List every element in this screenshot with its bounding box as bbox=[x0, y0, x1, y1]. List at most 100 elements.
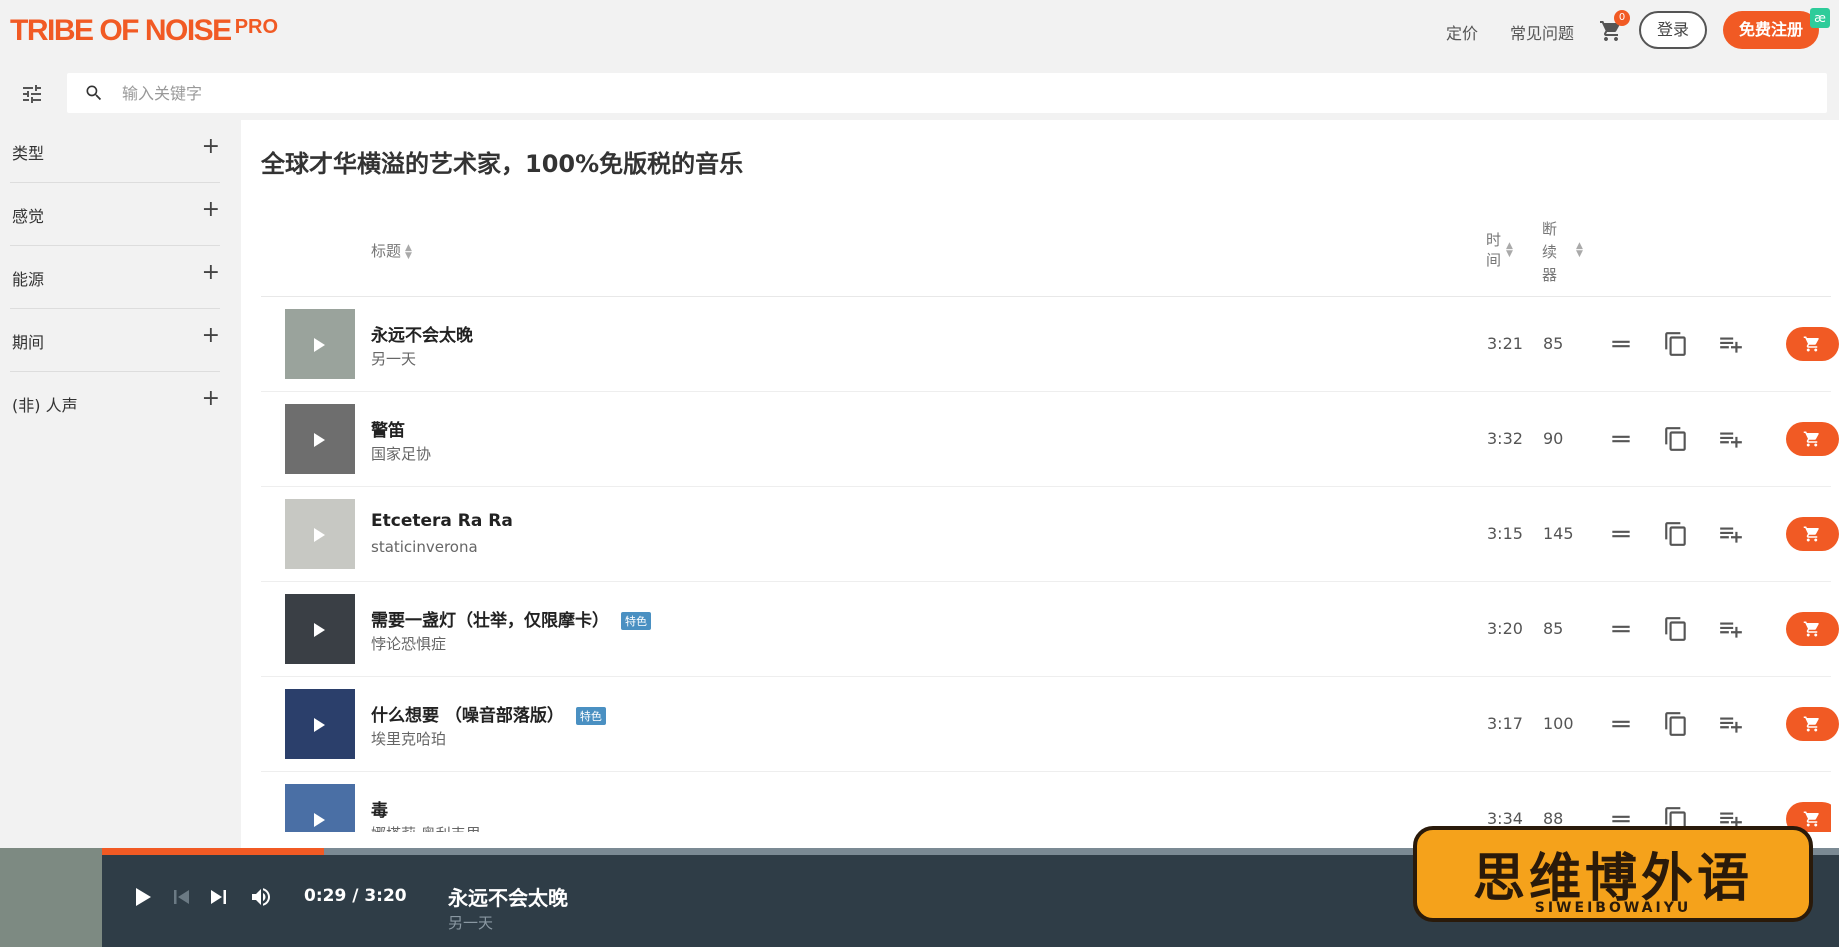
drag-handle-icon[interactable] bbox=[1608, 521, 1634, 547]
add-to-playlist-icon[interactable] bbox=[1718, 426, 1744, 452]
track-artist[interactable]: 悖论恐惧症 bbox=[371, 633, 446, 654]
track-title-text: 毒 bbox=[371, 801, 388, 821]
drag-handle-icon[interactable] bbox=[1608, 616, 1634, 642]
drag-handle-icon[interactable] bbox=[1608, 426, 1634, 452]
copy-icon[interactable] bbox=[1663, 711, 1689, 737]
volume-icon[interactable] bbox=[248, 885, 274, 909]
filter-vocals[interactable]: (非) 人声 + bbox=[10, 372, 220, 435]
skip-next-icon[interactable] bbox=[208, 885, 230, 909]
filter-genre[interactable]: 类型 + bbox=[10, 120, 220, 183]
logo-text: TRIBE OF NOISE bbox=[10, 14, 232, 47]
track-duration: 3:17 bbox=[1487, 714, 1523, 733]
search-bar bbox=[67, 73, 1827, 113]
column-header-time[interactable]: 时 ▲ ▼ 间 bbox=[1486, 230, 1513, 270]
column-header-bpm[interactable]: 断续 ▲ ▼ 器 bbox=[1542, 218, 1583, 287]
track-artist[interactable]: 娜塔莉·奥利韦里 bbox=[371, 823, 481, 832]
track-row[interactable]: 警笛 国家足协 3:32 90 bbox=[261, 392, 1839, 487]
play-icon[interactable] bbox=[314, 528, 325, 542]
signup-button[interactable]: 免费注册 bbox=[1723, 11, 1819, 49]
track-title[interactable]: 毒 bbox=[371, 796, 388, 821]
login-button[interactable]: 登录 bbox=[1639, 11, 1707, 49]
filter-label: (非) 人声 bbox=[12, 396, 78, 415]
buy-button[interactable] bbox=[1786, 612, 1839, 646]
search-icon bbox=[86, 85, 102, 101]
buy-button[interactable] bbox=[1786, 327, 1839, 361]
track-artist[interactable]: 埃里克哈珀 bbox=[371, 728, 446, 749]
track-title[interactable]: 什么想要 （噪音部落版） 特色 bbox=[371, 701, 606, 726]
track-title[interactable]: 警笛 bbox=[371, 416, 405, 441]
track-bpm: 90 bbox=[1543, 429, 1564, 448]
buy-button[interactable] bbox=[1786, 422, 1839, 456]
nav-pricing-link[interactable]: 定价 bbox=[1446, 20, 1478, 44]
skip-previous-icon[interactable] bbox=[170, 885, 192, 909]
play-icon[interactable] bbox=[132, 885, 154, 909]
track-duration: 3:20 bbox=[1487, 619, 1523, 638]
track-cover-art[interactable] bbox=[285, 689, 355, 759]
add-to-playlist-icon[interactable] bbox=[1718, 711, 1744, 737]
copy-icon[interactable] bbox=[1663, 616, 1689, 642]
track-title-text: 需要一盏灯（壮举，仅限摩卡） bbox=[371, 611, 609, 631]
extension-badge[interactable]: æ bbox=[1810, 8, 1830, 28]
track-row[interactable]: 什么想要 （噪音部落版） 特色 埃里克哈珀 3:17 100 bbox=[261, 677, 1839, 772]
track-row[interactable]: 永远不会太晚 另一天 3:21 85 bbox=[261, 297, 1839, 392]
track-title[interactable]: 永远不会太晚 bbox=[371, 321, 473, 346]
column-time-label-1: 时 bbox=[1486, 231, 1502, 249]
watermark-logo: 思维博外语 SIWEIBOWAIYU bbox=[1413, 826, 1813, 922]
play-icon[interactable] bbox=[314, 718, 325, 732]
column-title-label: 标题 bbox=[371, 242, 402, 260]
track-row[interactable]: 毒娜塔莉·奥利韦里3:3488 bbox=[261, 772, 1831, 832]
drag-handle-icon[interactable] bbox=[1608, 331, 1634, 357]
filter-label: 感觉 bbox=[12, 207, 45, 226]
track-cover-art[interactable] bbox=[285, 784, 355, 832]
track-cover-art[interactable] bbox=[285, 404, 355, 474]
track-title[interactable]: Etcetera Ra Ra bbox=[371, 511, 513, 531]
logo[interactable]: TRIBE OF NOISE PRO bbox=[10, 14, 278, 48]
player-cover-art bbox=[0, 848, 102, 947]
play-icon[interactable] bbox=[314, 338, 325, 352]
page-title: 全球才华横溢的艺术家，100%免版税的音乐 bbox=[261, 150, 744, 178]
track-cover-art[interactable] bbox=[285, 309, 355, 379]
filter-sliders-icon[interactable] bbox=[20, 82, 44, 106]
track-cover-art[interactable] bbox=[285, 499, 355, 569]
filter-mood[interactable]: 感觉 + bbox=[10, 183, 220, 246]
column-header-title[interactable]: 标题 ▲ ▼ bbox=[371, 240, 412, 261]
add-to-playlist-icon[interactable] bbox=[1718, 616, 1744, 642]
buy-button[interactable] bbox=[1786, 707, 1839, 741]
plus-icon: + bbox=[201, 197, 220, 222]
plus-icon: + bbox=[201, 386, 220, 411]
add-to-playlist-icon[interactable] bbox=[1718, 521, 1744, 547]
buy-button[interactable] bbox=[1786, 517, 1839, 551]
track-artist[interactable]: 国家足协 bbox=[371, 443, 431, 464]
copy-icon[interactable] bbox=[1663, 331, 1689, 357]
add-to-playlist-icon[interactable] bbox=[1718, 331, 1744, 357]
track-artist[interactable]: staticinverona bbox=[371, 538, 478, 556]
track-title-text: Etcetera Ra Ra bbox=[371, 511, 513, 531]
column-bpm-label-3: 器 bbox=[1542, 266, 1558, 284]
track-row[interactable]: 需要一盏灯（壮举，仅限摩卡） 特色 悖论恐惧症 3:20 85 bbox=[261, 582, 1839, 677]
track-row[interactable]: Etcetera Ra Ra staticinverona 3:15 145 bbox=[261, 487, 1839, 582]
track-title-text: 永远不会太晚 bbox=[371, 326, 473, 346]
column-bpm-label-2: 续 bbox=[1542, 243, 1558, 261]
search-input[interactable] bbox=[122, 73, 1812, 113]
drag-handle-icon[interactable] bbox=[1608, 711, 1634, 737]
track-artist[interactable]: 另一天 bbox=[371, 348, 416, 369]
filter-energy[interactable]: 能源 + bbox=[10, 246, 220, 309]
nav-faq-link[interactable]: 常见问题 bbox=[1510, 20, 1574, 44]
track-bpm: 85 bbox=[1543, 334, 1564, 353]
track-cover-art[interactable] bbox=[285, 594, 355, 664]
play-icon[interactable] bbox=[314, 623, 325, 637]
copy-icon[interactable] bbox=[1663, 426, 1689, 452]
column-time-label-2: 间 bbox=[1486, 251, 1502, 269]
plus-icon: + bbox=[201, 323, 220, 348]
top-header: TRIBE OF NOISE PRO 定价 常见问题 0 登录 免费注册 æ bbox=[0, 0, 1839, 60]
play-icon[interactable] bbox=[314, 433, 325, 447]
filter-duration[interactable]: 期间 + bbox=[10, 309, 220, 372]
track-list-panel: 全球才华横溢的艺术家，100%免版税的音乐 标题 ▲ ▼ 时 ▲ ▼ 间 断续 ▲ ▼ 器 永远… bbox=[241, 120, 1839, 848]
cart-count-badge: 0 bbox=[1614, 10, 1630, 26]
track-title[interactable]: 需要一盏灯（壮举，仅限摩卡） 特色 bbox=[371, 606, 651, 631]
track-title-text: 警笛 bbox=[371, 421, 405, 441]
play-icon[interactable] bbox=[314, 813, 325, 827]
filter-label: 能源 bbox=[12, 270, 45, 289]
track-bpm: 145 bbox=[1543, 524, 1574, 543]
copy-icon[interactable] bbox=[1663, 521, 1689, 547]
